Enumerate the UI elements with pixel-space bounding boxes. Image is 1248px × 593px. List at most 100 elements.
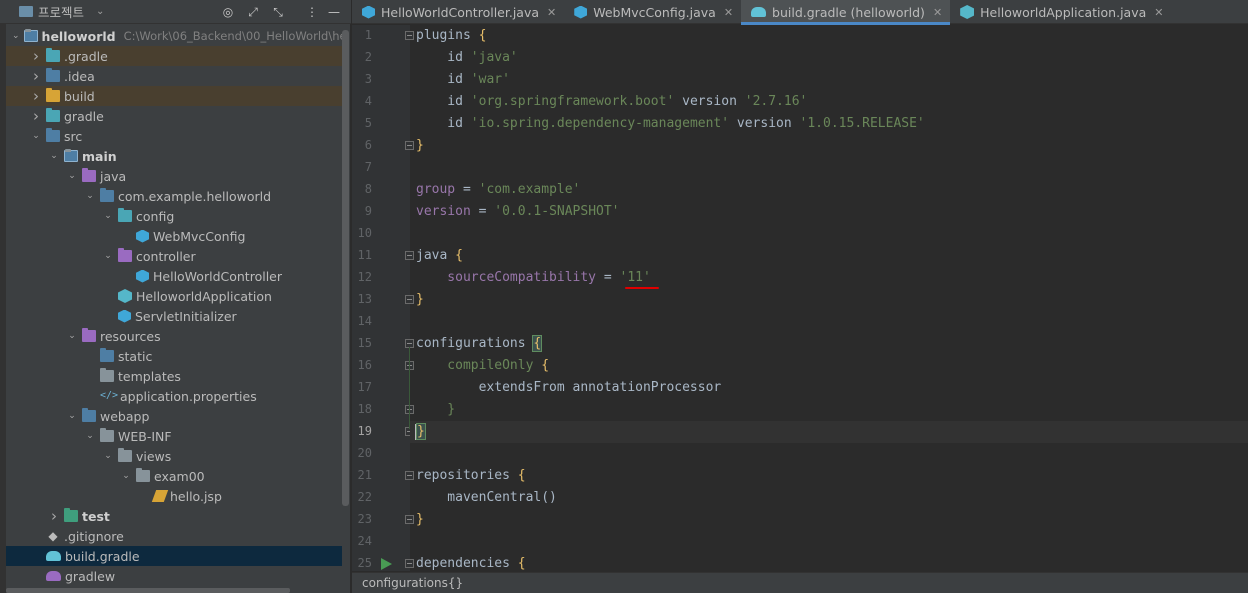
- tree-item[interactable]: › gradle: [6, 106, 342, 126]
- run-icon[interactable]: [381, 558, 392, 570]
- chevron-down-icon[interactable]: ⌄: [102, 211, 114, 221]
- tree-item[interactable]: gradlew: [6, 566, 342, 586]
- collapse-all-icon[interactable]: ⤡: [270, 4, 286, 20]
- project-panel-title: 프로젝트: [38, 5, 85, 20]
- fold-marker-icon[interactable]: [405, 251, 414, 260]
- tree-item[interactable]: ⌄ main: [6, 146, 342, 166]
- tree-item[interactable]: WebMvcConfig: [6, 226, 342, 246]
- chevron-right-icon[interactable]: ›: [30, 87, 42, 105]
- code-line: group = 'com.example': [416, 179, 580, 201]
- chevron-down-icon[interactable]: ⌄: [30, 131, 42, 141]
- chevron-down-icon[interactable]: ⌄: [12, 31, 20, 41]
- code-line: sourceCompatibility = '11': [416, 267, 651, 289]
- tree-item-label: gradle: [64, 108, 104, 124]
- line-number: 23: [357, 512, 372, 526]
- chevron-right-icon[interactable]: ›: [30, 67, 42, 85]
- folder-icon: [100, 428, 114, 442]
- project-tree-vertical-scrollbar[interactable]: [342, 30, 349, 506]
- project-view-selector[interactable]: 프로젝트 ⌄: [19, 2, 104, 21]
- tree-item-label: .gitignore: [64, 528, 124, 544]
- gitignore-file-icon: ◆: [48, 529, 58, 543]
- tree-item[interactable]: ⌄ views: [6, 446, 342, 466]
- code-token: }: [416, 423, 426, 440]
- tree-item[interactable]: › build: [6, 86, 342, 106]
- code-token: }: [416, 512, 424, 527]
- editor-tab[interactable]: HelloWorldController.java ✕: [352, 0, 564, 24]
- code-token: 'org.springframework.boot': [470, 94, 675, 109]
- chevron-down-icon[interactable]: ⌄: [48, 151, 60, 161]
- tree-item[interactable]: › .gradle: [6, 46, 342, 66]
- code-line: configurations {: [416, 333, 543, 355]
- chevron-down-icon[interactable]: ⌄: [66, 331, 78, 341]
- chevron-down-icon[interactable]: ⌄: [102, 451, 114, 461]
- tree-item[interactable]: build.gradle: [6, 546, 342, 566]
- expand-all-icon[interactable]: ⤢: [245, 4, 261, 20]
- tree-item-label: static: [118, 348, 153, 364]
- tree-item[interactable]: </> application.properties: [6, 386, 342, 406]
- fold-marker-icon[interactable]: [405, 471, 414, 480]
- fold-marker-icon[interactable]: [405, 31, 414, 40]
- tree-item[interactable]: HelloworldApplication: [6, 286, 342, 306]
- tree-item[interactable]: ⌄ helloworld C:\Work\06_Backend\00_HelloWo…: [6, 26, 342, 46]
- code-token: compileOnly: [416, 358, 542, 373]
- fold-marker-icon[interactable]: [405, 141, 414, 150]
- hide-panel-icon[interactable]: —: [326, 4, 342, 20]
- fold-marker-icon[interactable]: [405, 295, 414, 304]
- tree-item[interactable]: › .idea: [6, 66, 342, 86]
- editor-breadcrumb[interactable]: configurations{}: [352, 572, 1248, 593]
- tree-item-label: src: [64, 128, 83, 144]
- tree-item[interactable]: ⌄ java: [6, 166, 342, 186]
- code-line: id 'io.spring.dependency-management' ver…: [416, 113, 924, 135]
- chevron-right-icon[interactable]: ›: [48, 507, 60, 525]
- module-folder-icon: [64, 149, 78, 162]
- code-token: version: [416, 204, 471, 219]
- code-token: }: [416, 402, 456, 417]
- tree-item[interactable]: templates: [6, 366, 342, 386]
- tree-item[interactable]: ⌄ config: [6, 206, 342, 226]
- gradlew-file-icon: [46, 571, 61, 581]
- fold-marker-icon[interactable]: [405, 515, 414, 524]
- chevron-down-icon[interactable]: ⌄: [66, 411, 78, 421]
- tree-item[interactable]: static: [6, 346, 342, 366]
- chevron-down-icon[interactable]: ⌄: [84, 191, 96, 201]
- tree-item[interactable]: › test: [6, 506, 342, 526]
- locate-target-icon[interactable]: ◎: [220, 4, 236, 20]
- fold-marker-icon[interactable]: [405, 559, 414, 568]
- tree-item[interactable]: ⌄ exam00: [6, 466, 342, 486]
- code-token: mavenCentral: [416, 490, 542, 505]
- chevron-down-icon[interactable]: ⌄: [84, 431, 96, 441]
- tree-item[interactable]: ⌄ webapp: [6, 406, 342, 426]
- code-editor[interactable]: 1 2 3 4 5 6 7 8 9 10 11 12 13 14 15 16 17 18 19 20 21 22 23 24 2…: [352, 25, 1248, 571]
- class-icon: [136, 229, 149, 243]
- tree-item[interactable]: HelloWorldController: [6, 266, 342, 286]
- tree-item[interactable]: ⌄ controller: [6, 246, 342, 266]
- tree-item[interactable]: ⌄ resources: [6, 326, 342, 346]
- code-token: id: [416, 50, 471, 65]
- chevron-down-icon[interactable]: ⌄: [120, 471, 132, 481]
- tree-item[interactable]: ◆ .gitignore: [6, 526, 342, 546]
- close-icon[interactable]: ✕: [1154, 6, 1163, 19]
- tree-item[interactable]: ⌄ src: [6, 126, 342, 146]
- editor-tab[interactable]: build.gradle (helloworld) ✕: [741, 0, 951, 25]
- chevron-right-icon[interactable]: ›: [30, 47, 42, 65]
- chevron-down-icon[interactable]: ⌄: [102, 251, 114, 261]
- project-tree-horizontal-scrollbar[interactable]: [6, 588, 290, 593]
- tree-item-label: HelloworldApplication: [136, 288, 272, 304]
- close-icon[interactable]: ✕: [933, 6, 942, 19]
- line-number: 25: [357, 556, 372, 570]
- editor-tab[interactable]: HelloworldApplication.java ✕: [950, 0, 1171, 24]
- tree-item[interactable]: ServletInitializer: [6, 306, 342, 326]
- tree-item[interactable]: hello.jsp: [6, 486, 342, 506]
- chevron-down-icon[interactable]: ⌄: [66, 171, 78, 181]
- close-icon[interactable]: ✕: [724, 6, 733, 19]
- options-menu-icon[interactable]: ⋮: [304, 4, 320, 20]
- code-token: group: [416, 182, 456, 197]
- tree-item[interactable]: ⌄ com.example.helloworld: [6, 186, 342, 206]
- editor-tab[interactable]: WebMvcConfig.java ✕: [564, 0, 741, 24]
- project-panel: 프로젝트 ⌄ ◎ ⤢ ⤡ ⋮ — ⌄ helloworld C:\Work\06_B…: [0, 0, 351, 593]
- tree-item[interactable]: ⌄ WEB-INF: [6, 426, 342, 446]
- close-icon[interactable]: ✕: [547, 6, 556, 19]
- class-icon: [136, 269, 149, 283]
- current-line-highlight: [410, 421, 1248, 443]
- chevron-right-icon[interactable]: ›: [30, 107, 42, 125]
